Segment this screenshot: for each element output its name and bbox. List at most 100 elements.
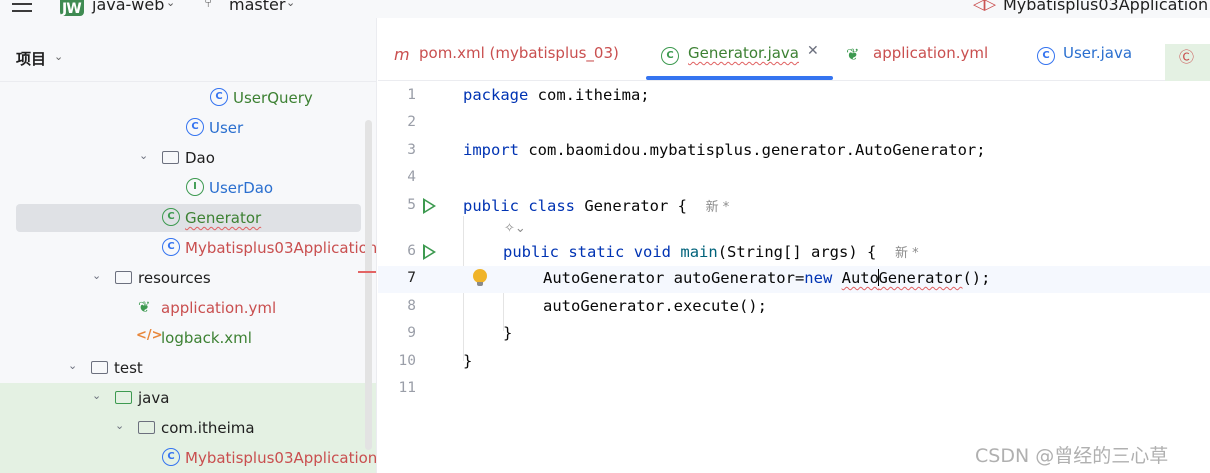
tab-label: Generator.java (688, 44, 799, 62)
tree-item-userquery[interactable]: C UserQuery (0, 83, 376, 113)
resources-folder-icon (115, 271, 132, 284)
branch-name[interactable]: master (229, 0, 285, 14)
tree-item-label: application.yml (161, 299, 277, 317)
tree-item-mybatisplus03application[interactable]: C Mybatisplus03Application (0, 233, 377, 263)
tree-item-user[interactable]: C User (0, 113, 376, 143)
spring-boot-class-icon: C (162, 238, 180, 256)
chevron-down-icon[interactable]: ⌄ (92, 269, 101, 282)
tab-label: application.yml (873, 44, 989, 62)
error-stripe-mark (358, 271, 376, 273)
spring-yaml-icon: ❦ (846, 45, 860, 64)
line-number[interactable]: 9 (378, 325, 416, 341)
code-editor[interactable]: 1 package com.itheima; 2 3 import com.ba… (378, 81, 1210, 473)
run-config-name[interactable]: Mybatisplus03ApplicationTe (1003, 0, 1210, 14)
tree-item-dao[interactable]: ⌄ Dao (0, 143, 376, 173)
code-line: 9 } (378, 321, 1210, 348)
tree-item-application-yml[interactable]: ❦ application.yml (0, 293, 376, 323)
test-folder-icon (115, 391, 132, 404)
project-name[interactable]: java-web (92, 0, 164, 14)
runnable-class-icon: C (661, 43, 679, 65)
line-number[interactable]: 5 (378, 197, 416, 213)
code-text: public class Generator { 新 * (463, 197, 730, 215)
tree-item-generator[interactable]: C Generator (0, 203, 376, 233)
line-number[interactable]: 4 (378, 169, 416, 185)
code-text: AutoGenerator autoGenerator=new AutoGene… (543, 269, 991, 287)
code-line: 1 package com.itheima; (378, 83, 1210, 110)
line-number[interactable]: 11 (378, 380, 416, 396)
title-bar: JW java-web ⌄ ⑂ master ⌄ ◁▷ Mybatisplus0… (0, 0, 1210, 18)
spring-boot-class-icon: Ⓒ (1179, 48, 1195, 66)
divider (0, 81, 376, 82)
chevron-down-icon[interactable]: ⌄ (166, 0, 175, 9)
line-number[interactable]: 2 (378, 114, 416, 130)
line-number[interactable]: 8 (378, 298, 416, 314)
tree-item-label: Dao (185, 149, 215, 167)
lightbulb-icon[interactable] (473, 269, 487, 286)
main-menu-icon[interactable] (12, 0, 34, 14)
class-icon: C (1037, 43, 1055, 65)
chevron-down-icon[interactable]: ⌄ (54, 50, 63, 63)
tree-item-com-itheima[interactable]: ⌄ com.itheima (0, 413, 376, 443)
code-text: public static void main(String[] args) {… (503, 243, 919, 261)
code-line: 11 (378, 376, 1210, 403)
xml-icon: </> (136, 328, 163, 343)
close-icon[interactable]: ✕ (807, 43, 819, 59)
tree-item-java[interactable]: ⌄ java (0, 383, 376, 413)
package-folder-icon (138, 421, 155, 434)
tree-item-label: resources (138, 269, 211, 287)
line-number[interactable]: 3 (378, 142, 416, 158)
code-text: package com.itheima; (463, 86, 650, 104)
watermark: CSDN @曾经的三心草 (975, 445, 1169, 467)
chevron-down-icon[interactable]: ⌄ (115, 419, 124, 432)
active-tab-indicator (646, 76, 833, 80)
code-line: 4 (378, 165, 1210, 192)
project-badge[interactable]: JW (60, 0, 84, 17)
class-icon: C (210, 88, 228, 106)
code-line: 3 import com.baomidou.mybatisplus.genera… (378, 138, 1210, 165)
code-line-current: 7 AutoGenerator autoGenerator=new AutoGe… (378, 266, 1210, 293)
code-line: 8 autoGenerator.execute(); (378, 294, 1210, 321)
chevron-down-icon[interactable]: ⌄ (139, 149, 148, 162)
tree-item-test[interactable]: ⌄ test (0, 353, 376, 383)
run-icon[interactable] (423, 244, 436, 260)
project-panel-scrollbar[interactable] (365, 120, 372, 450)
spring-yaml-icon: ❦ (138, 298, 151, 316)
tree-item-logback-xml[interactable]: </> logback.xml (0, 323, 376, 353)
tree-item-label: com.itheima (161, 419, 255, 437)
tree-item-label: Generator (185, 209, 262, 227)
tree-item-label: UserQuery (233, 89, 313, 107)
tree-item-userdao[interactable]: I UserDao (0, 173, 376, 203)
code-line: 2 (378, 110, 1210, 137)
folder-icon (91, 361, 108, 374)
project-tool-window: 项目 ⌄ C UserQuery C User ⌄ Dao I UserDao … (0, 18, 377, 473)
ai-assistant-icon[interactable]: ✧⌄ (504, 221, 526, 236)
tree-item-resources[interactable]: ⌄ resources (0, 263, 376, 293)
code-text: } (463, 352, 473, 370)
tab-overflow[interactable]: Ⓒ (1165, 44, 1210, 81)
code-line: 5 public class Generator { 新 * (378, 193, 1210, 220)
project-panel-title[interactable]: 项目 (16, 48, 46, 69)
author-hint: 新 * (705, 200, 730, 215)
tab-label: User.java (1063, 44, 1133, 62)
chevron-down-icon[interactable]: ⌄ (68, 359, 77, 372)
tree-item-label: UserDao (209, 179, 274, 197)
line-number[interactable]: 10 (378, 353, 416, 369)
tree-item-label: test (114, 359, 143, 377)
line-number[interactable]: 7 (378, 270, 416, 286)
code-line: 6 public static void main(String[] args)… (378, 239, 1210, 266)
tree-item-label: Mybatisplus03Application (185, 449, 377, 467)
tab-label: pom.xml (mybatisplus_03) (419, 44, 619, 62)
tree-item-label: Mybatisplus03Application (185, 239, 377, 257)
tree-item-label: User (209, 119, 244, 137)
code-text: } (503, 324, 513, 342)
line-number[interactable]: 6 (378, 243, 416, 259)
chevron-down-icon[interactable]: ⌄ (286, 0, 295, 9)
runnable-class-icon: C (162, 208, 180, 226)
tree-item-mybatisplus03application-test[interactable]: C Mybatisplus03Application (0, 443, 377, 473)
line-number[interactable]: 1 (378, 87, 416, 103)
spring-boot-class-icon: C (162, 448, 180, 466)
editor-tabs: m pom.xml (mybatisplus_03) C Generator.j… (378, 18, 1210, 81)
run-icon[interactable] (423, 198, 436, 214)
run-config-icon: ◁▷ (973, 0, 997, 13)
chevron-down-icon[interactable]: ⌄ (92, 389, 101, 402)
